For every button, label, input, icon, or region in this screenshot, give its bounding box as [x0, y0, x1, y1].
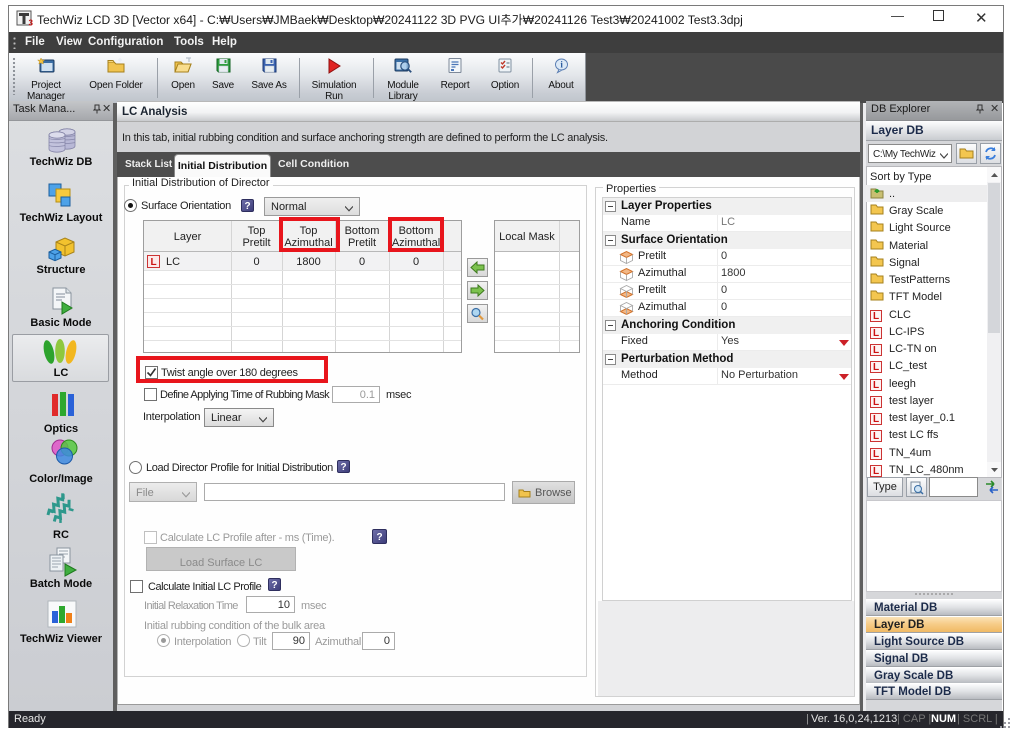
svg-text:3: 3: [29, 19, 34, 28]
